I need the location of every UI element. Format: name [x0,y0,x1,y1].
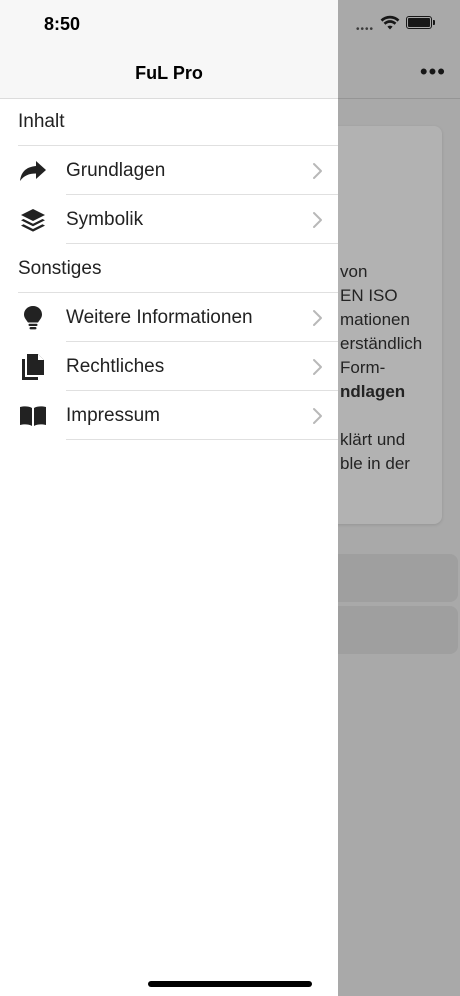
section-header-sonstiges: Sonstiges [18,258,102,279]
share-arrow-icon [18,158,48,184]
menu-item-impressum[interactable]: Impressum [0,391,338,440]
divider [66,243,338,244]
divider [66,439,338,440]
menu-item-rechtliches[interactable]: Rechtliches [0,342,338,391]
menu-item-label: Grundlagen [66,160,166,181]
layers-icon [18,207,48,233]
menu-item-label: Weitere Informationen [66,307,253,328]
chevron-right-icon [313,310,322,326]
side-drawer: 8:50 FuL Pro Inhalt Grundlagen Symbolik … [0,0,338,996]
chevron-right-icon [313,359,322,375]
status-time: 8:50 [44,14,81,34]
chevron-right-icon [313,212,322,228]
menu-item-label: Rechtliches [66,356,165,377]
menu-item-label: Impressum [66,405,160,426]
lightbulb-icon [18,305,48,331]
menu-item-label: Symbolik [66,209,144,230]
menu-item-weitere-informationen[interactable]: Weitere Informationen [0,293,338,342]
drawer-title: FuL Pro [135,63,203,83]
documents-icon [18,354,48,380]
drawer-header: 8:50 FuL Pro [0,0,338,99]
section-header-inhalt: Inhalt [18,111,65,132]
book-icon [18,403,48,429]
home-indicator[interactable] [148,981,312,987]
menu-item-grundlagen[interactable]: Grundlagen [0,146,338,195]
chevron-right-icon [313,408,322,424]
chevron-right-icon [313,163,322,179]
menu-item-symbolik[interactable]: Symbolik [0,195,338,244]
